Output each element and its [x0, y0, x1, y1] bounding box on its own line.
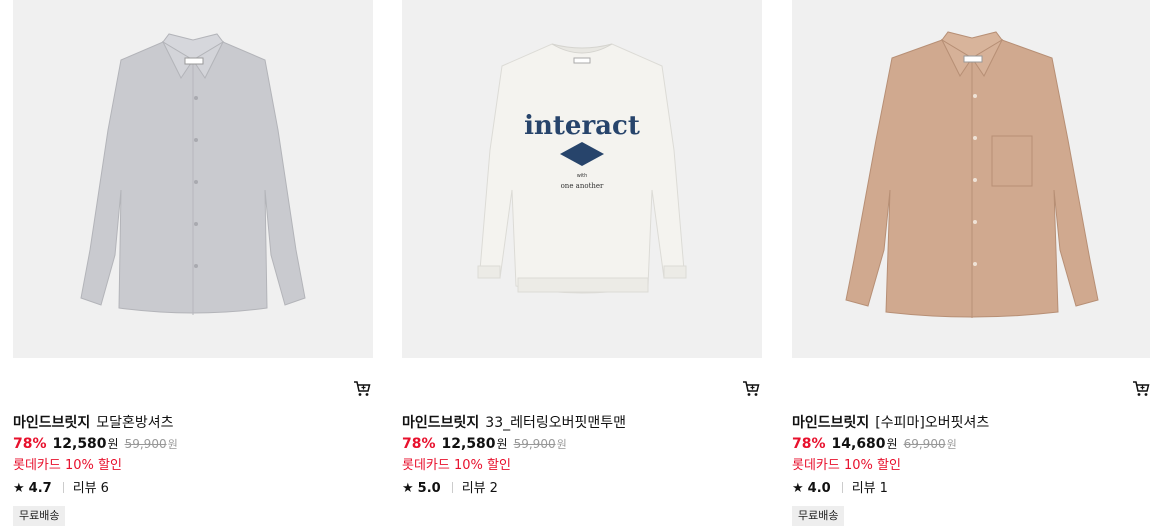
shirt-illustration: [792, 0, 1150, 358]
add-to-cart-icon[interactable]: [353, 380, 371, 398]
rating: 4.0: [807, 481, 831, 496]
product-name[interactable]: 마인드브릿지 33_레터링오버핏맨투맨: [402, 412, 626, 432]
original-price: 59,900: [513, 437, 556, 451]
cart-icon: [354, 381, 371, 396]
brand-name: 마인드브릿지: [792, 415, 870, 431]
sweatshirt-illustration: interact with one another: [402, 0, 762, 358]
free-shipping-badge: 무료배송: [13, 506, 66, 526]
star-icon: ★: [402, 481, 414, 496]
discount-rate: 78%: [792, 436, 826, 452]
product-title: 모달혼방셔츠: [96, 415, 174, 431]
review-label: 리뷰: [461, 481, 486, 496]
sale-price: 12,580: [441, 436, 496, 452]
product-image[interactable]: [13, 0, 373, 358]
divider: [451, 482, 453, 493]
review-count: 2: [489, 481, 498, 496]
add-to-cart-icon[interactable]: [742, 380, 760, 398]
product-name[interactable]: 마인드브릿지 [수피마]오버핏셔츠: [792, 412, 989, 432]
review-count: 1: [879, 481, 888, 496]
brand-name: 마인드브릿지: [402, 415, 480, 431]
product-name[interactable]: 마인드브릿지 모달혼방셔츠: [13, 412, 174, 432]
add-to-cart-icon[interactable]: [1132, 380, 1150, 398]
rating: 5.0: [417, 481, 441, 496]
brand-name: 마인드브릿지: [13, 415, 91, 431]
free-shipping-badge: 무료배송: [792, 506, 845, 526]
review-row: ★ 5.0 리뷰 2: [402, 477, 498, 496]
star-icon: ★: [13, 481, 25, 496]
original-price: 69,900: [903, 437, 946, 451]
currency: 원: [556, 438, 567, 451]
star-icon: ★: [792, 481, 804, 496]
product-card: 마인드브릿지 모달혼방셔츠 78% 12,580원 59,900원 롯데카드 10% …: [13, 0, 373, 529]
review-label: 리뷰: [72, 481, 97, 496]
discount-rate: 78%: [402, 436, 436, 452]
price-row: 78% 12,580원 59,900원: [402, 435, 567, 452]
rating: 4.7: [28, 481, 52, 496]
price-row: 78% 12,580원 59,900원: [13, 435, 178, 452]
product-title: [수피마]오버핏셔츠: [875, 415, 990, 431]
divider: [62, 482, 64, 493]
graphic-small: with: [577, 173, 588, 179]
product-image[interactable]: interact with one another: [402, 0, 762, 358]
review-row: ★ 4.0 리뷰 1: [792, 477, 888, 496]
review-count: 6: [100, 481, 109, 496]
sale-price: 12,580: [52, 436, 107, 452]
product-card: 마인드브릿지 [수피마]오버핏셔츠 78% 14,680원 69,900원 롯데카드 …: [792, 0, 1150, 529]
currency: 원: [167, 438, 178, 451]
currency: 원: [107, 437, 119, 451]
shirt-illustration: [13, 0, 373, 358]
product-card: interact with one another 마인드브릿지 33_레터링오버…: [402, 0, 762, 529]
graphic-text: interact: [524, 111, 640, 141]
product-title: 33_레터링오버핏맨투맨: [485, 415, 627, 431]
card-discount: 롯데카드 10% 할인: [13, 458, 122, 473]
currency: 원: [496, 437, 508, 451]
original-price: 59,900: [124, 437, 167, 451]
graphic-sub: one another: [561, 182, 604, 190]
divider: [841, 482, 843, 493]
currency: 원: [946, 438, 957, 451]
price-row: 78% 14,680원 69,900원: [792, 435, 957, 452]
currency: 원: [886, 437, 898, 451]
review-label: 리뷰: [851, 481, 876, 496]
cart-icon: [1133, 381, 1150, 396]
cart-icon: [743, 381, 760, 396]
card-discount: 롯데카드 10% 할인: [402, 458, 511, 473]
discount-rate: 78%: [13, 436, 47, 452]
sale-price: 14,680: [831, 436, 886, 452]
review-row: ★ 4.7 리뷰 6: [13, 477, 109, 496]
card-discount: 롯데카드 10% 할인: [792, 458, 901, 473]
product-grid: 마인드브릿지 모달혼방셔츠 78% 12,580원 59,900원 롯데카드 10% …: [0, 0, 1150, 529]
product-image[interactable]: [792, 0, 1150, 358]
